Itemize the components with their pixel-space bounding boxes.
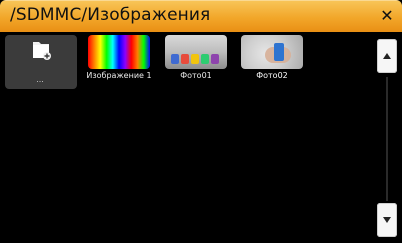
file-browser-window: /SDMMC/Изображения ✕ ... Изображение 1 Ф… [0,0,402,243]
scroll-track[interactable] [377,77,397,201]
parent-folder-thumbnail [9,35,71,69]
rainbow-thumbnail-image [88,35,150,69]
file-label: Изображение 1 [86,71,152,80]
thumbnail-object [171,54,179,64]
file-item-parent-folder[interactable]: ... [5,35,77,89]
file-item-image-1[interactable]: Изображение 1 [84,35,154,83]
scroll-up-button[interactable] [377,39,397,73]
file-label: Фото02 [256,71,288,80]
scroll-down-button[interactable] [377,203,397,237]
image-thumbnail [165,35,227,69]
file-item-photo02[interactable]: Фото02 [237,35,307,83]
scroll-up-icon [383,53,391,59]
thumbnail-object [181,54,189,64]
close-icon: ✕ [380,5,394,25]
photo02-thumbnail-image [241,35,303,69]
file-item-photo01[interactable]: Фото01 [161,35,231,83]
scroll-down-icon [383,217,391,223]
file-grid: ... Изображение 1 Фото01 Фото02 [0,32,372,243]
thumbnail-object [201,54,209,64]
thumbnail-object [191,54,199,64]
window-title: /SDMMC/Изображения [10,5,211,25]
vertical-scrollbar[interactable] [372,32,402,243]
close-button[interactable]: ✕ [378,5,396,25]
image-thumbnail [241,35,303,69]
image-thumbnail [88,35,150,69]
thumbnail-object [211,54,219,64]
folder-icon [33,42,51,60]
scroll-thumb[interactable] [386,77,388,201]
title-bar: /SDMMC/Изображения ✕ [0,0,402,32]
photo01-thumbnail-image [165,35,227,69]
thumbnail-toy [274,43,284,61]
file-label: ... [36,75,44,84]
file-label: Фото01 [180,71,212,80]
